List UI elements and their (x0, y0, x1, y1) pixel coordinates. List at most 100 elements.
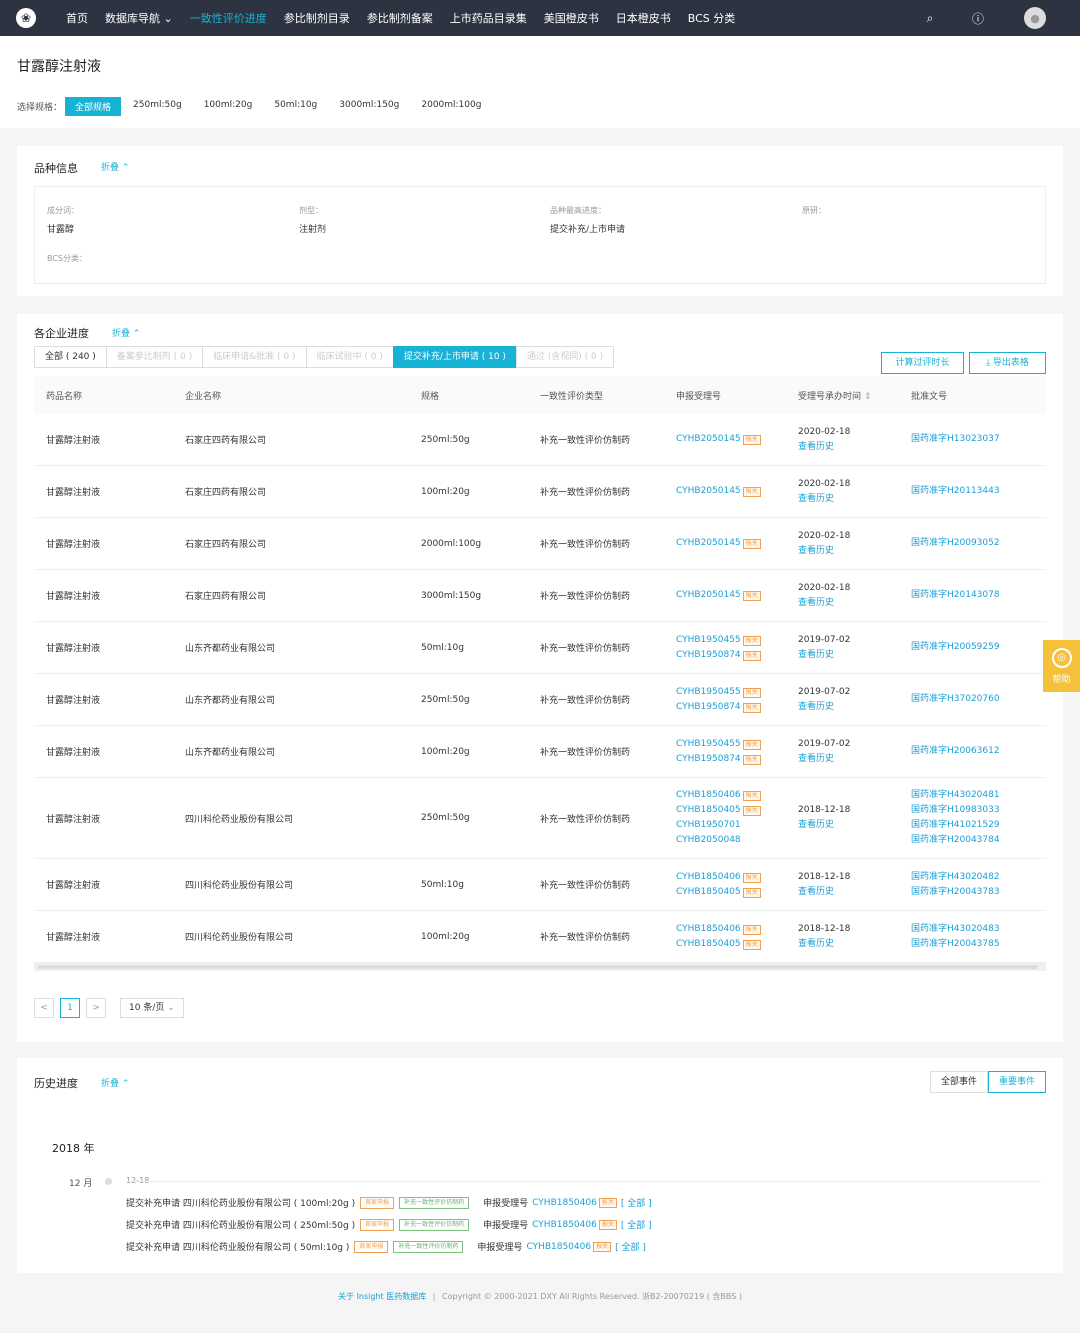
accept-number-link[interactable]: CYHB1850406 (676, 924, 741, 934)
approval-number-link[interactable]: 国药准字H43020481 (911, 790, 1000, 800)
help-float-button[interactable]: ◎ 帮助 (1043, 640, 1080, 692)
view-history-link[interactable]: 查看历史 (798, 887, 834, 897)
progress-tab[interactable]: 备案参比制剂 ( 0 ) (105, 346, 203, 368)
accept-number-link[interactable]: CYHB1950874 (676, 702, 741, 712)
view-history-link[interactable]: 查看历史 (798, 754, 834, 764)
accept-number-link[interactable]: CYHB1850406 (532, 1220, 597, 1230)
status-tag: 报关 (593, 1241, 612, 1252)
view-history-link[interactable]: 查看历史 (798, 546, 834, 556)
accept-number-link[interactable]: CYHB1850405 (676, 805, 741, 815)
accept-number-link[interactable]: CYHB1850406 (532, 1198, 597, 1208)
accept-number-link[interactable]: CYHB1950455 (676, 687, 741, 697)
accept-number-link[interactable]: CYHB1950455 (676, 635, 741, 645)
spec-option[interactable]: 250ml:50g (123, 97, 192, 116)
accept-number-link[interactable]: CYHB1950874 (676, 650, 741, 660)
spec-option[interactable]: 全部规格 (65, 97, 122, 116)
accept-date-cell: 2018-12-18 查看历史 (798, 870, 911, 900)
nav-item[interactable]: 上市药品目录集 (450, 10, 527, 26)
approval-number-link[interactable]: 国药准字H13023037 (911, 434, 1000, 444)
page-number-button[interactable]: 1 (60, 998, 80, 1018)
approval-number-link[interactable]: 国药准字H20063612 (911, 746, 1000, 756)
spec-option[interactable]: 100ml:20g (194, 97, 263, 116)
footer-copyright: Copyright © 2000-2021 DXY All Rights Res… (442, 1292, 742, 1301)
accept-number-link[interactable]: CYHB2050145 (676, 434, 741, 444)
accept-number-link[interactable]: CYHB1850405 (676, 939, 741, 949)
accept-number-link[interactable]: CYHB2050048 (676, 835, 741, 845)
accept-number-link[interactable]: CYHB1950455 (676, 739, 741, 749)
approval-number-link[interactable]: 国药准字H37020760 (911, 694, 1000, 704)
spec-option[interactable]: 50ml:10g (264, 97, 327, 116)
export-table-button[interactable]: ⤓ 导出表格 (969, 352, 1046, 374)
all-events-button[interactable]: 全部事件 (929, 1071, 988, 1093)
accept-number-link[interactable]: CYHB2050145 (676, 486, 741, 496)
spec-cell: 100ml:20g (421, 931, 470, 942)
view-history-link[interactable]: 查看历史 (798, 494, 834, 504)
approval-number-link[interactable]: 国药准字H20143078 (911, 590, 1000, 600)
accept-number-link[interactable]: CYHB1850406 (676, 790, 741, 800)
variety-fold-toggle[interactable]: 折叠 ⌃ (101, 160, 129, 173)
all-link[interactable]: [ 全部 ] (621, 1196, 652, 1209)
page-size-select[interactable]: 10 条/页 ⌄ (120, 998, 184, 1018)
accept-number-link[interactable]: CYHB1950701 (676, 820, 741, 830)
calc-duration-button[interactable]: 计算过评时长 (881, 352, 964, 374)
fold-label: 折叠 (101, 1079, 120, 1089)
search-icon[interactable]: ⌕ (920, 11, 940, 26)
approval-number-link[interactable]: 国药准字H20043785 (911, 939, 1000, 949)
approval-number-link[interactable]: 国药准字H10983033 (911, 805, 1000, 815)
progress-tab[interactable]: 提交补充/上市申请 ( 10 ) (392, 346, 516, 368)
avatar[interactable]: ● (1024, 7, 1046, 29)
approval-number-link[interactable]: 国药准字H43020482 (911, 872, 1000, 882)
approval-number-link[interactable]: 国药准字H20093052 (911, 538, 1000, 548)
approval-number-link[interactable]: 国药准字H20043783 (911, 887, 1000, 897)
nav-item[interactable]: 美国橙皮书 (544, 10, 599, 26)
all-link[interactable]: [ 全部 ] (615, 1240, 646, 1253)
table-row: 甘露醇注射液 山东齐都药业有限公司 100ml:20g 补充一致性评价仿制药 CYHB1… (34, 726, 1046, 778)
nav-item[interactable]: BCS 分类 (688, 10, 736, 26)
accept-number-link[interactable]: CYHB1850406 (526, 1242, 591, 1252)
nav-item[interactable]: 数据库导航 ⌄ (105, 10, 173, 26)
view-history-link[interactable]: 查看历史 (798, 442, 834, 452)
view-history-link[interactable]: 查看历史 (798, 702, 834, 712)
view-history-link[interactable]: 查看历史 (798, 939, 834, 949)
nav-item[interactable]: 一致性评价进度 (190, 10, 267, 26)
spec-option[interactable]: 3000ml:150g (329, 97, 409, 116)
next-page-button[interactable]: > (86, 998, 106, 1018)
all-link[interactable]: [ 全部 ] (621, 1218, 652, 1231)
accept-number-link[interactable]: CYHB1950874 (676, 754, 741, 764)
accept-number-link[interactable]: CYHB1850406 (676, 872, 741, 882)
view-history-link[interactable]: 查看历史 (798, 820, 834, 830)
prev-page-button[interactable]: < (34, 998, 54, 1018)
history-fold-toggle[interactable]: 折叠 ⌃ (101, 1076, 129, 1089)
enterprise-fold-toggle[interactable]: 折叠 ⌃ (112, 326, 140, 339)
nav-item[interactable]: 参比制剂备案 (367, 10, 433, 26)
view-history-link[interactable]: 查看历史 (798, 650, 834, 660)
drug-name-cell: 甘露醇注射液 (46, 488, 101, 498)
status-tag: 报关 (742, 806, 761, 816)
approval-number-link[interactable]: 国药准字H20059259 (911, 642, 1000, 652)
logo-icon[interactable]: ❀ (16, 8, 36, 28)
approval-number-link[interactable]: 国药准字H43020483 (911, 924, 1000, 934)
progress-tab[interactable]: 通过 (含视同) ( 0 ) (515, 346, 615, 368)
help-circle-icon[interactable]: ⓘ (968, 10, 988, 27)
approval-number-link[interactable]: 国药准字H41021529 (911, 820, 1000, 830)
approval-number-link[interactable]: 国药准字H20113443 (911, 486, 1000, 496)
accept-number-link[interactable]: CYHB2050145 (676, 590, 741, 600)
progress-tab[interactable]: 全部 ( 240 ) (34, 346, 106, 368)
nav-item[interactable]: 日本橙皮书 (616, 10, 671, 26)
sort-icon[interactable]: ⇕ (861, 392, 872, 402)
timeline-divider (126, 1181, 1041, 1182)
accept-number-link[interactable]: CYHB2050145 (676, 538, 741, 548)
view-history-link[interactable]: 查看历史 (798, 598, 834, 608)
evaluation-type-cell: 补充一致性评价仿制药 (540, 881, 631, 891)
footer-about-link[interactable]: 关于 Insight 医药数据库 (338, 1292, 426, 1301)
progress-tab[interactable]: 临床申请&批准 ( 0 ) (202, 346, 306, 368)
accept-number-link[interactable]: CYHB1850405 (676, 887, 741, 897)
horizontal-scrollbar[interactable] (34, 963, 1046, 971)
approval-number-link[interactable]: 国药准字H20043784 (911, 835, 1000, 845)
progress-tab[interactable]: 临床试验中 ( 0 ) (305, 346, 393, 368)
nav-item[interactable]: 参比制剂目录 (284, 10, 350, 26)
important-events-button[interactable]: 重要事件 (987, 1071, 1046, 1093)
nav-item[interactable]: 首页 (66, 10, 88, 26)
export-icon: ⤓ (986, 358, 993, 368)
spec-option[interactable]: 2000ml:100g (411, 97, 491, 116)
